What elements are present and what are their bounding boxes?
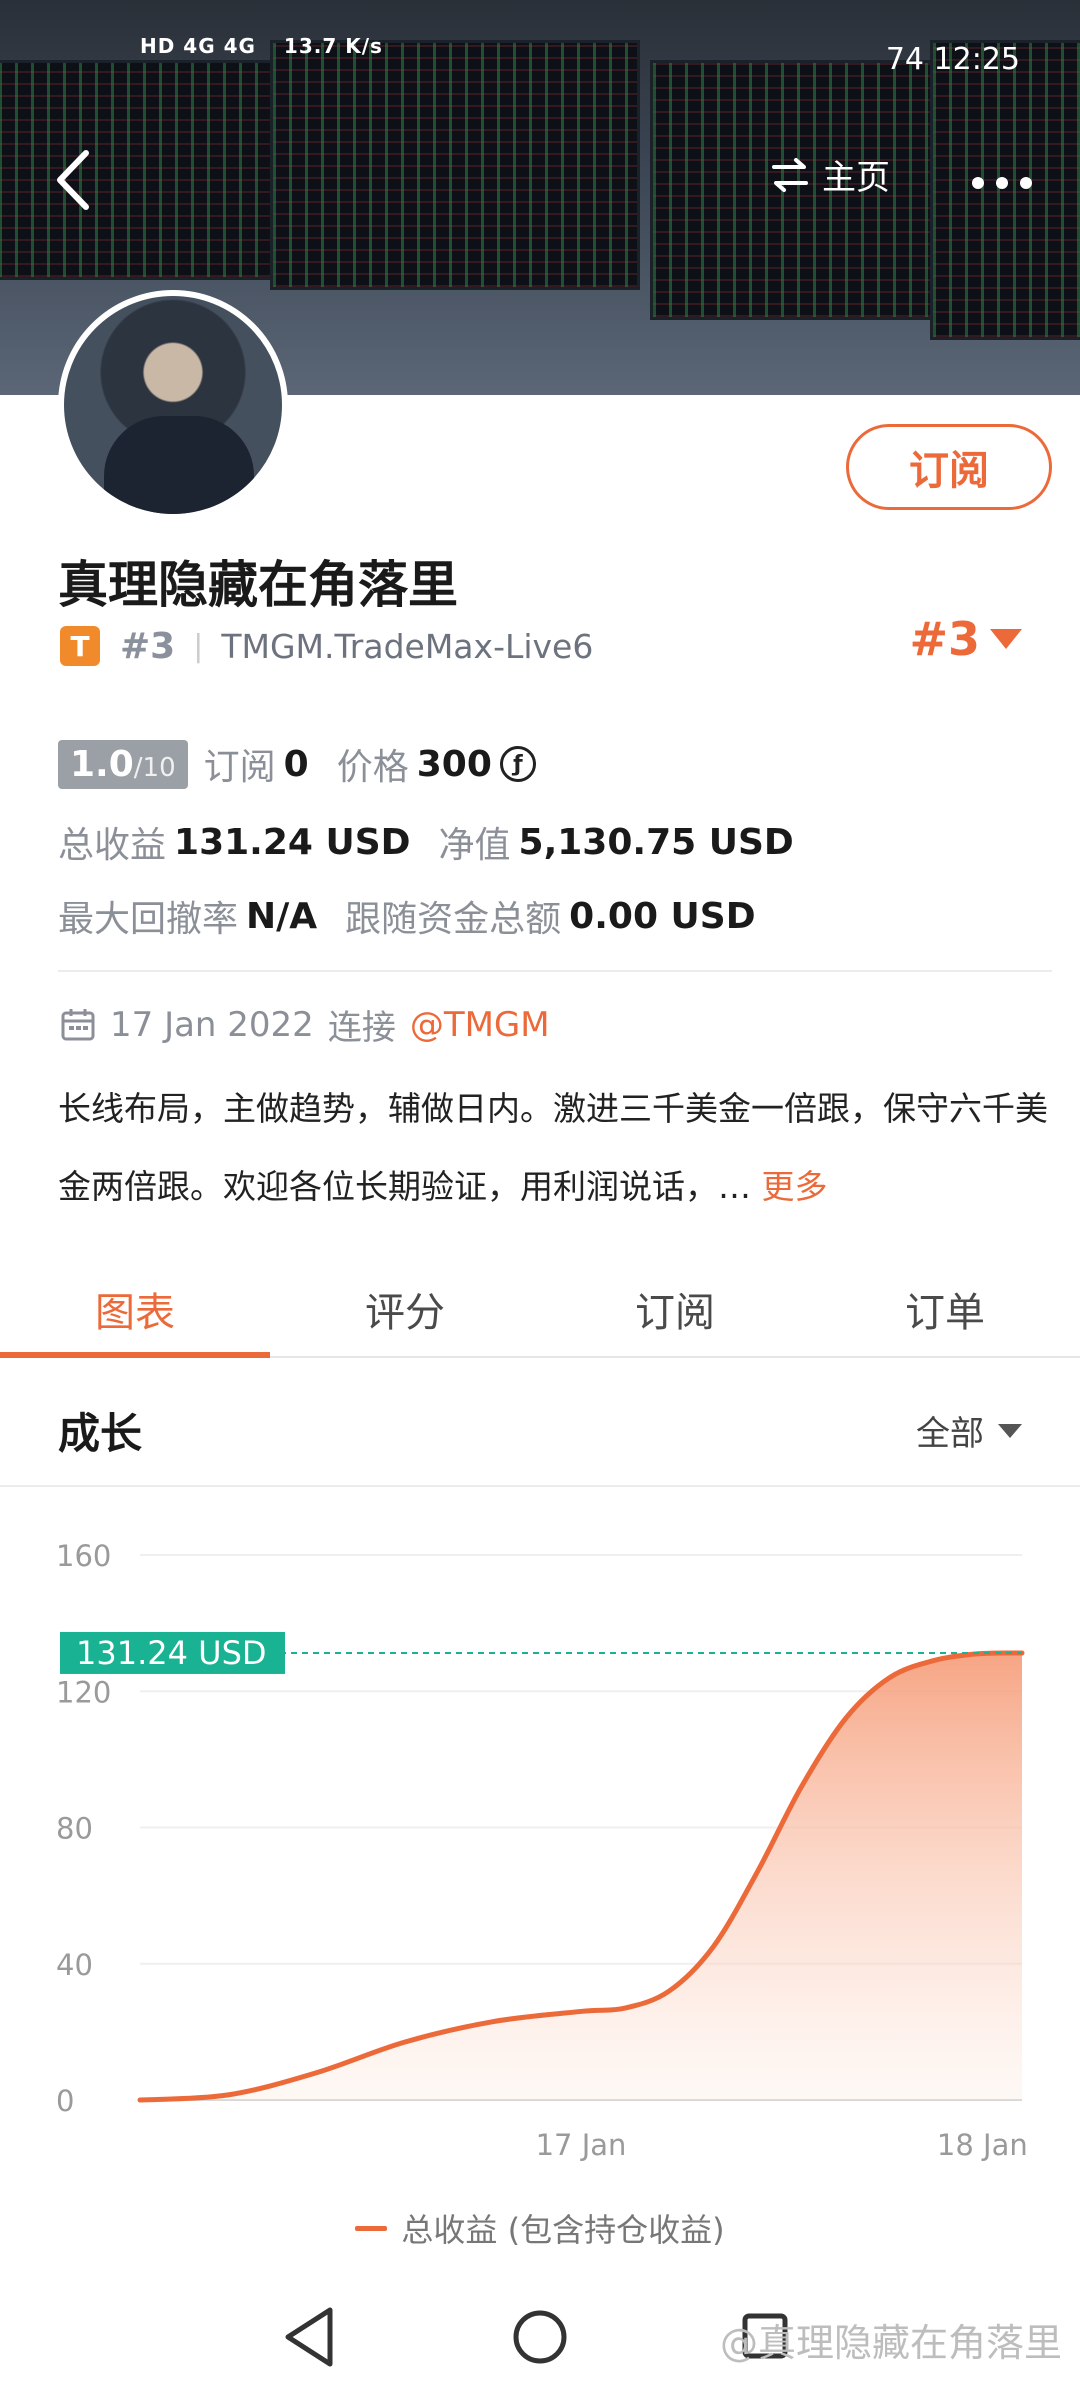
max-drawdown-value: N/A (246, 895, 318, 937)
legend-label: 总收益 (包含持仓收益) (401, 2211, 725, 2249)
subscriptions-label: 订阅 (203, 747, 276, 788)
server-name: TMGM.TradeMax-Live6 (221, 626, 594, 666)
tab-chart[interactable]: 图表 (0, 1262, 270, 1358)
more-options-button[interactable] (970, 155, 1034, 201)
nav-back-button[interactable] (285, 2307, 333, 2367)
circle-home-icon (513, 2310, 567, 2364)
avatar-figure (104, 416, 254, 514)
growth-header: 成长 全部 (0, 1362, 1080, 1487)
home-switch-button[interactable]: 主页 (770, 150, 890, 199)
tab-bar: 图表 评分 订阅 订单 (0, 1262, 1080, 1358)
avatar[interactable] (58, 290, 288, 520)
subscriptions-value: 0 (283, 743, 309, 785)
follow-funds-value: 0.00 USD (569, 895, 756, 937)
equity-value: 5,130.75 USD (518, 821, 794, 863)
caret-down-icon (990, 629, 1022, 649)
trader-name: 真理隐藏在角落里 (58, 556, 458, 614)
follow-funds-label: 跟随资金总额 (345, 899, 562, 940)
coin-icon: ƒ (499, 746, 536, 782)
watermark: @真理隐藏在角落里 (719, 2321, 1062, 2365)
equity-label: 净值 (438, 825, 511, 866)
tab-rating[interactable]: 评分 (270, 1262, 540, 1356)
x-axis: 17 Jan 18 Jan (536, 2128, 1028, 2162)
range-dropdown[interactable]: 全部 (916, 1406, 1022, 1455)
total-profit-value: 131.24 USD (174, 821, 411, 863)
tab-subscriptions[interactable]: 订阅 (540, 1262, 810, 1356)
rank-small: #3 (120, 625, 176, 667)
strategy-description: 长线布局，主做趋势，辅做日内。激进三千美金一倍跟，保守六千美金两倍跟。欢迎各位长… (58, 1070, 1048, 1226)
current-value-label: 131.24 USD (76, 1634, 267, 1672)
home-label: 主页 (822, 158, 890, 198)
triangle-back-icon (285, 2307, 333, 2367)
x-tick-label: 18 Jan (937, 2128, 1028, 2162)
status-bar-network: HD 4G 4G 13.7 K/s (140, 34, 383, 58)
rank-big-label: #3 (909, 612, 980, 666)
section-divider (58, 970, 1052, 972)
subscribe-button[interactable]: 订阅 (846, 424, 1052, 510)
status-bar-clock: 74 12:25 (885, 42, 1020, 77)
more-dots-icon (972, 177, 1032, 189)
total-profit-label: 总收益 (58, 825, 167, 866)
connected-since-row: 17 Jan 2022 连接 @TMGM (60, 1000, 550, 1049)
since-date: 17 Jan 2022 (110, 1004, 314, 1045)
rank-row: T #3 | TMGM.TradeMax-Live6 (60, 620, 593, 672)
range-label: 全部 (916, 1414, 984, 1454)
series-area (140, 1652, 1022, 2100)
stats-line-2: 总收益 131.24 USD 净值 5,130.75 USD (58, 816, 822, 868)
price-label: 价格 (336, 747, 409, 788)
broker-link[interactable]: @TMGM (410, 1005, 550, 1045)
rank-dropdown[interactable]: #3 (909, 612, 1022, 666)
y-axis: 160 120 80 40 0 (56, 1539, 111, 2118)
nav-home-button[interactable] (513, 2310, 567, 2364)
stats-line-1: 1.0/10 订阅 0 价格 300 ƒ (58, 738, 536, 790)
back-button[interactable] (48, 145, 98, 215)
score-badge: 1.0/10 (58, 739, 188, 789)
more-link[interactable]: 更多 (762, 1167, 828, 1206)
max-drawdown-label: 最大回撤率 (58, 899, 239, 940)
y-tick-label: 120 (56, 1675, 111, 1709)
growth-chart: 160 120 80 40 0 17 Jan 18 Jan 131.24 USD (56, 1539, 1028, 2162)
stats-line-3: 最大回撤率 N/A 跟随资金总额 0.00 USD (58, 890, 784, 942)
connect-label: 连接 (327, 1008, 396, 1048)
x-tick-label: 17 Jan (536, 2128, 627, 2162)
calendar-icon (61, 1008, 95, 1040)
y-tick-label: 160 (56, 1539, 111, 1573)
description-text: 长线布局，主做趋势，辅做日内。激进三千美金一倍跟，保守六千美金两倍跟。欢迎各位长… (58, 1089, 1048, 1206)
legend-swatch (355, 2225, 388, 2231)
chart-legend[interactable]: 总收益 (包含持仓收益) (0, 2205, 1080, 2251)
broker-badge-icon: T (60, 626, 100, 666)
growth-title: 成长 (58, 1409, 143, 1458)
y-tick-label: 80 (56, 1812, 93, 1846)
caret-down-icon (998, 1423, 1022, 1438)
y-tick-label: 40 (56, 1948, 93, 1982)
swap-arrows-icon (772, 157, 808, 192)
price-value: 300 (416, 743, 492, 785)
tab-orders[interactable]: 订单 (810, 1262, 1080, 1356)
divider: | (193, 628, 204, 664)
chevron-left-icon (57, 150, 89, 210)
y-tick-label: 0 (56, 2084, 74, 2118)
